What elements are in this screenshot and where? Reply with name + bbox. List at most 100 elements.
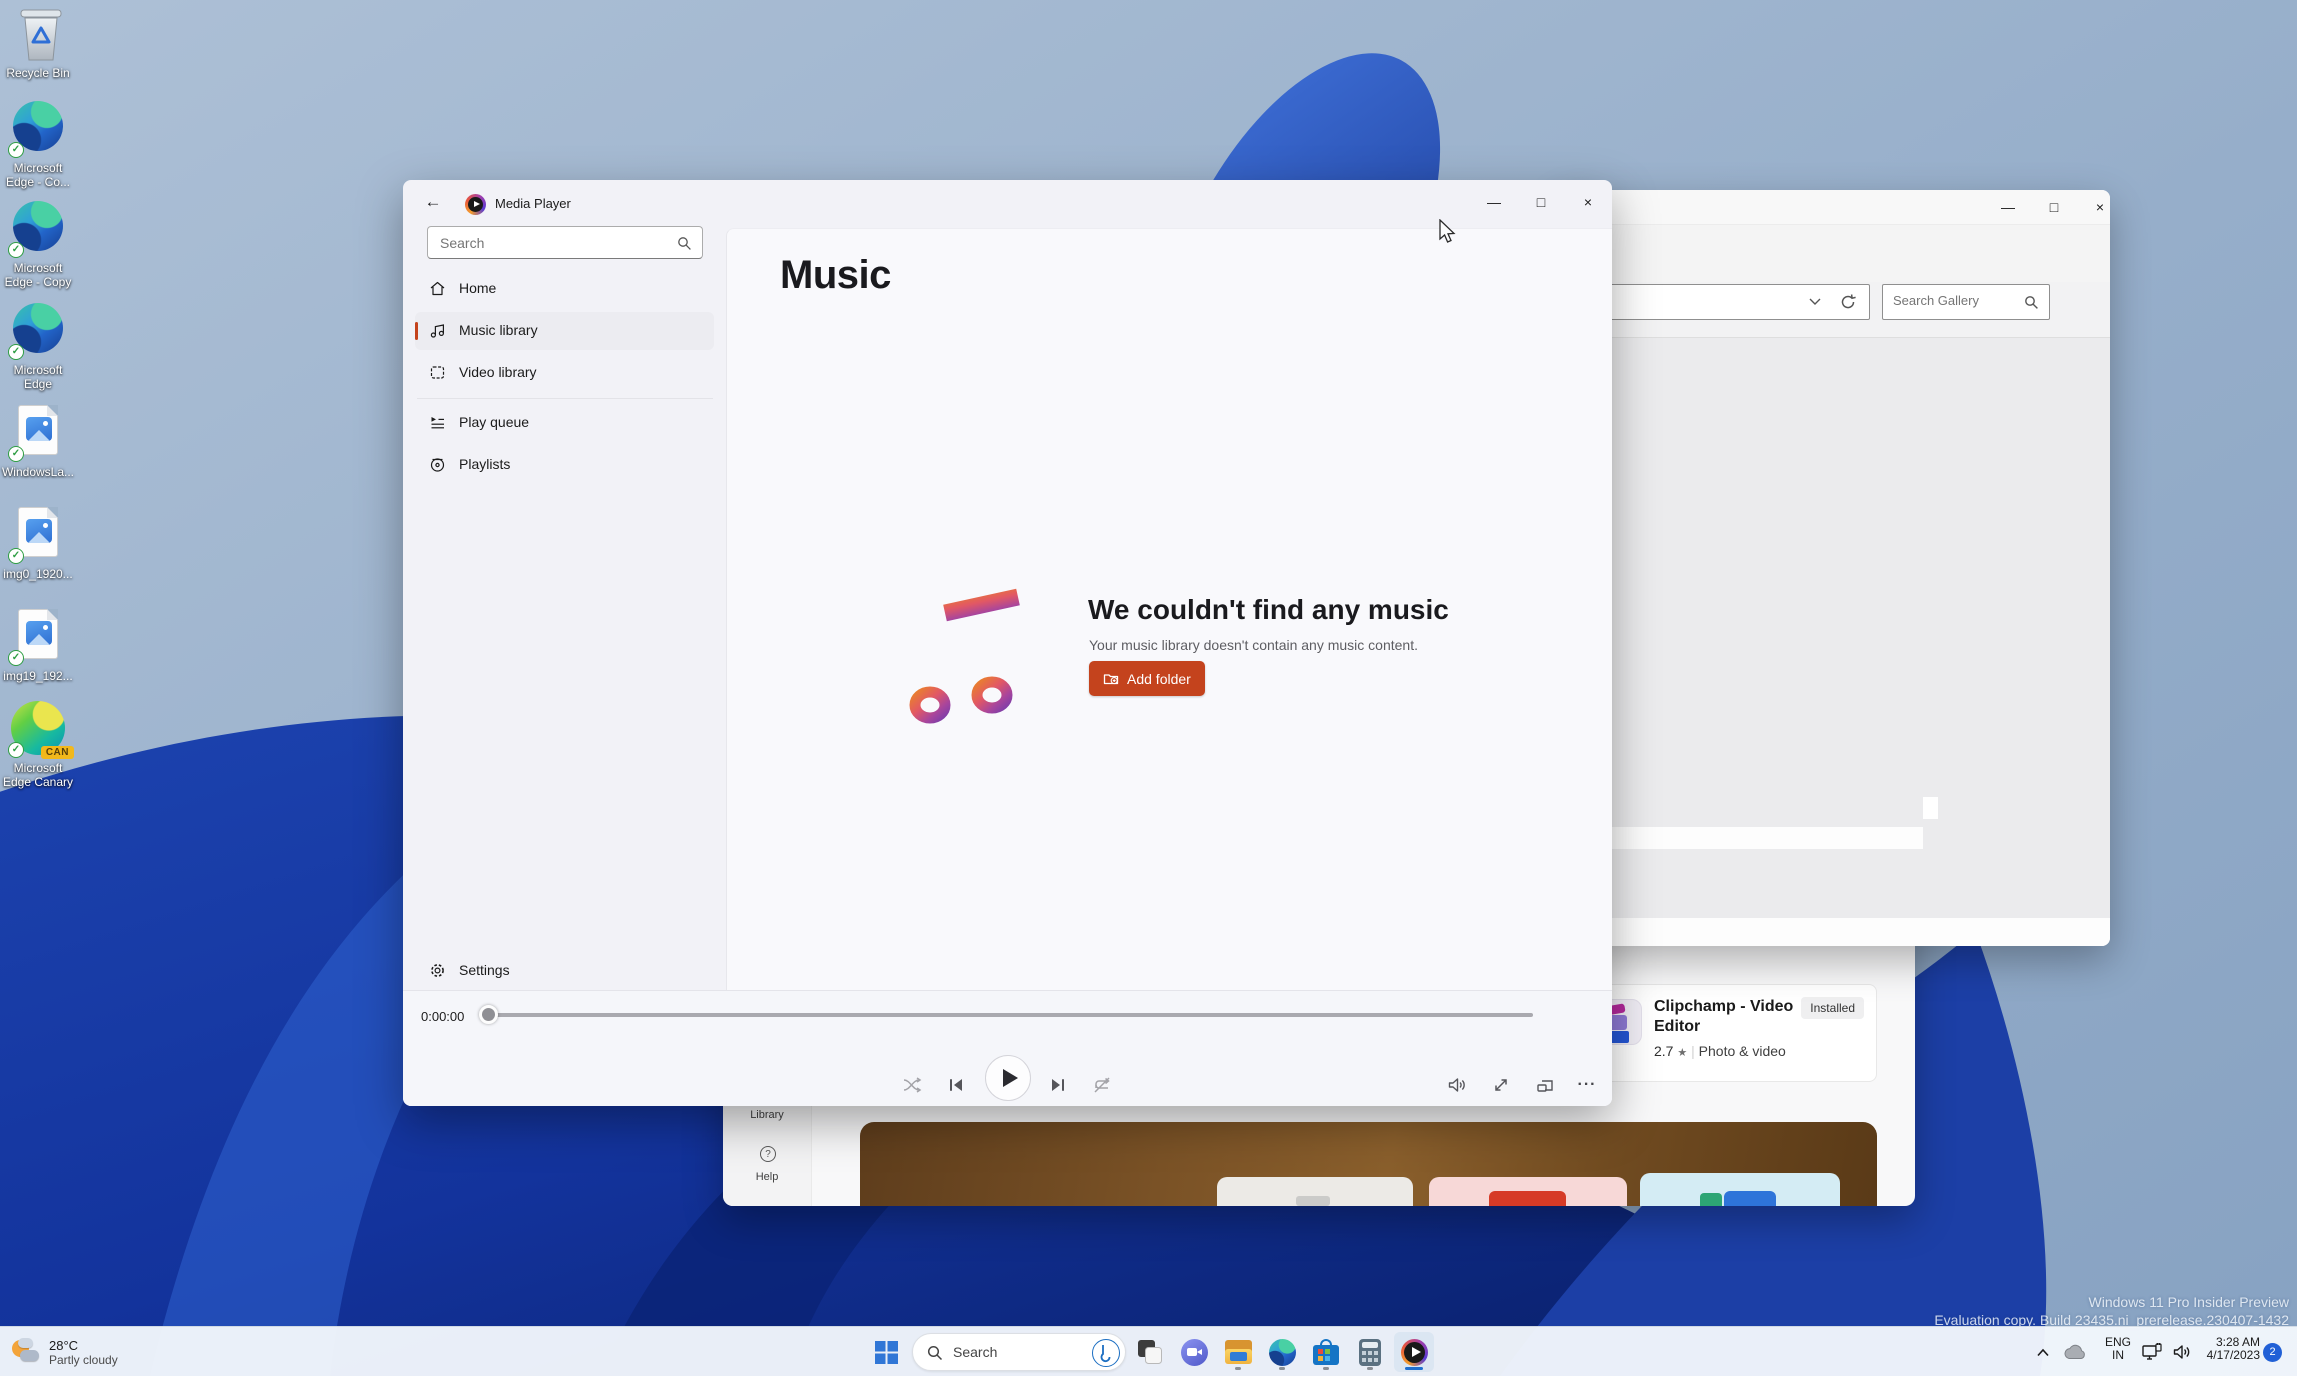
help-icon[interactable]: ? bbox=[760, 1146, 776, 1162]
sidebar-item-help[interactable]: Help bbox=[723, 1171, 811, 1183]
add-folder-button[interactable]: Add folder bbox=[1089, 661, 1205, 696]
seek-track[interactable] bbox=[487, 1013, 1533, 1017]
desktop-icon-windowsla[interactable]: ✓ WindowsLa... bbox=[0, 402, 76, 479]
sidebar-item-play-queue[interactable]: Play queue bbox=[415, 404, 714, 442]
transport-bar: 0:00:00 bbox=[403, 990, 1612, 1106]
desktop-icon-recycle-bin[interactable]: Recycle Bin bbox=[0, 6, 76, 80]
weather-icon bbox=[10, 1338, 40, 1366]
desktop-icon-label: Microsoft Edge - Copy bbox=[0, 261, 76, 289]
music-note-icon bbox=[429, 322, 446, 339]
add-folder-label: Add folder bbox=[1127, 671, 1191, 687]
gallery-search-input[interactable] bbox=[1893, 293, 2013, 308]
language-indicator[interactable]: ENG IN bbox=[2098, 1336, 2138, 1362]
close-button[interactable]: × bbox=[2077, 190, 2110, 227]
image-file-icon bbox=[18, 507, 58, 557]
desktop: Recycle Bin ✓ Microsoft Edge - Co... ✓ M… bbox=[0, 0, 2297, 1376]
desktop-icon-label: Recycle Bin bbox=[0, 66, 76, 80]
edge-button[interactable] bbox=[1262, 1332, 1302, 1372]
file-explorer-button[interactable] bbox=[1218, 1332, 1258, 1372]
minimize-button[interactable]: — bbox=[1985, 190, 2031, 227]
promo-tile-gray[interactable] bbox=[1217, 1177, 1413, 1206]
desktop-icon-label: WindowsLa... bbox=[0, 465, 76, 479]
network-tray-button[interactable] bbox=[2136, 1332, 2168, 1372]
more-options-button[interactable]: ··· bbox=[1571, 1069, 1603, 1101]
gallery-content bbox=[1560, 337, 2110, 918]
sync-check-badge: ✓ bbox=[8, 548, 24, 564]
app-card-category: Photo & video bbox=[1699, 1043, 1786, 1059]
tile-glyph bbox=[1489, 1191, 1566, 1206]
desktop-icon-img0[interactable]: ✓ img0_1920... bbox=[0, 504, 76, 581]
running-indicator bbox=[1323, 1367, 1329, 1370]
onedrive-tray-button[interactable] bbox=[2058, 1332, 2092, 1372]
clock[interactable]: 3:28 AM 4/17/2023 bbox=[2198, 1336, 2260, 1362]
store-app-card[interactable]: Clipchamp - Video Editor Installed 2.7 ★… bbox=[1581, 984, 1877, 1082]
play-icon bbox=[1003, 1069, 1018, 1087]
notification-badge[interactable]: 2 bbox=[2263, 1343, 2282, 1362]
desktop-icon-edge-copy[interactable]: ✓ Microsoft Edge - Copy bbox=[0, 198, 76, 289]
store-button[interactable] bbox=[1306, 1332, 1346, 1372]
start-button[interactable] bbox=[866, 1332, 906, 1372]
active-running-indicator bbox=[1405, 1367, 1423, 1370]
volume-button[interactable] bbox=[1441, 1069, 1473, 1101]
gallery-dropdown[interactable] bbox=[1578, 284, 1870, 320]
taskbar: 28°C Partly cloudy Search bbox=[0, 1326, 2297, 1376]
rating-value: 2.7 bbox=[1654, 1043, 1673, 1059]
file-explorer-icon bbox=[1225, 1340, 1252, 1364]
desktop-icon-edge-canary[interactable]: ✓ CAN Microsoft Edge Canary bbox=[0, 700, 76, 789]
sidebar-item-home[interactable]: Home bbox=[415, 270, 714, 308]
gallery-placeholder-block bbox=[1923, 797, 1938, 819]
minimize-button[interactable]: — bbox=[1471, 182, 1517, 222]
store-icon bbox=[1313, 1339, 1339, 1365]
desktop-icon-img19[interactable]: ✓ img19_192... bbox=[0, 606, 76, 683]
refresh-icon[interactable] bbox=[1839, 293, 1857, 311]
weather-widget[interactable]: 28°C Partly cloudy bbox=[10, 1331, 210, 1373]
elapsed-time: 0:00:00 bbox=[421, 1009, 464, 1024]
sidebar-item-playlists[interactable]: Playlists bbox=[415, 446, 714, 484]
calculator-button[interactable] bbox=[1350, 1332, 1390, 1372]
mini-player-icon[interactable] bbox=[1529, 1069, 1561, 1101]
sidebar-item-settings[interactable]: Settings bbox=[415, 952, 714, 990]
desktop-icon-label: Microsoft Edge Canary bbox=[0, 761, 76, 789]
cloud-icon bbox=[2063, 1344, 2087, 1360]
maximize-button[interactable]: □ bbox=[2031, 190, 2077, 227]
edge-icon bbox=[1269, 1339, 1296, 1366]
gallery-toolbar-band bbox=[1560, 224, 2110, 282]
fullscreen-icon[interactable] bbox=[1485, 1069, 1517, 1101]
desktop-icon-edge[interactable]: ✓ Microsoft Edge bbox=[0, 300, 76, 391]
task-view-button[interactable] bbox=[1130, 1332, 1170, 1372]
taskbar-search-box[interactable]: Search bbox=[912, 1333, 1126, 1371]
promo-tile-cyan[interactable] bbox=[1640, 1173, 1840, 1206]
volume-tray-button[interactable] bbox=[2166, 1332, 2198, 1372]
tray-overflow-button[interactable] bbox=[2028, 1332, 2058, 1372]
shuffle-button[interactable] bbox=[896, 1069, 928, 1101]
media-player-icon bbox=[1401, 1339, 1428, 1366]
next-button[interactable] bbox=[1042, 1069, 1074, 1101]
maximize-button[interactable]: □ bbox=[1518, 182, 1564, 222]
empty-state-subtitle: Your music library doesn't contain any m… bbox=[1089, 637, 1418, 653]
media-player-sidebar: Home Music library Video library bbox=[403, 180, 726, 990]
desktop-icon-label: img19_192... bbox=[0, 669, 76, 683]
network-icon bbox=[2141, 1342, 2163, 1362]
sidebar-item-library[interactable]: Library bbox=[723, 1109, 811, 1121]
play-button[interactable] bbox=[985, 1055, 1031, 1101]
search-box[interactable] bbox=[427, 226, 703, 259]
media-player-taskbar-button[interactable] bbox=[1394, 1332, 1434, 1372]
running-indicator bbox=[1367, 1367, 1373, 1370]
desktop-icon-edge-co[interactable]: ✓ Microsoft Edge - Co... bbox=[0, 98, 76, 189]
chat-button[interactable] bbox=[1174, 1332, 1214, 1372]
home-icon bbox=[429, 280, 446, 297]
bing-icon bbox=[1092, 1339, 1120, 1367]
previous-button[interactable] bbox=[940, 1069, 972, 1101]
sidebar-item-music-library[interactable]: Music library bbox=[415, 312, 714, 350]
promo-tile-pink[interactable] bbox=[1429, 1177, 1627, 1206]
installed-badge: Installed bbox=[1801, 997, 1864, 1019]
close-button[interactable]: × bbox=[1565, 182, 1611, 222]
search-input[interactable] bbox=[440, 233, 660, 253]
calculator-icon bbox=[1359, 1339, 1381, 1366]
search-icon bbox=[2024, 295, 2039, 310]
seek-thumb[interactable] bbox=[479, 1005, 498, 1024]
sidebar-item-video-library[interactable]: Video library bbox=[415, 354, 714, 392]
tray-date: 4/17/2023 bbox=[2198, 1349, 2260, 1362]
gallery-search-box[interactable] bbox=[1882, 284, 2050, 320]
repeat-off-button[interactable] bbox=[1086, 1069, 1118, 1101]
